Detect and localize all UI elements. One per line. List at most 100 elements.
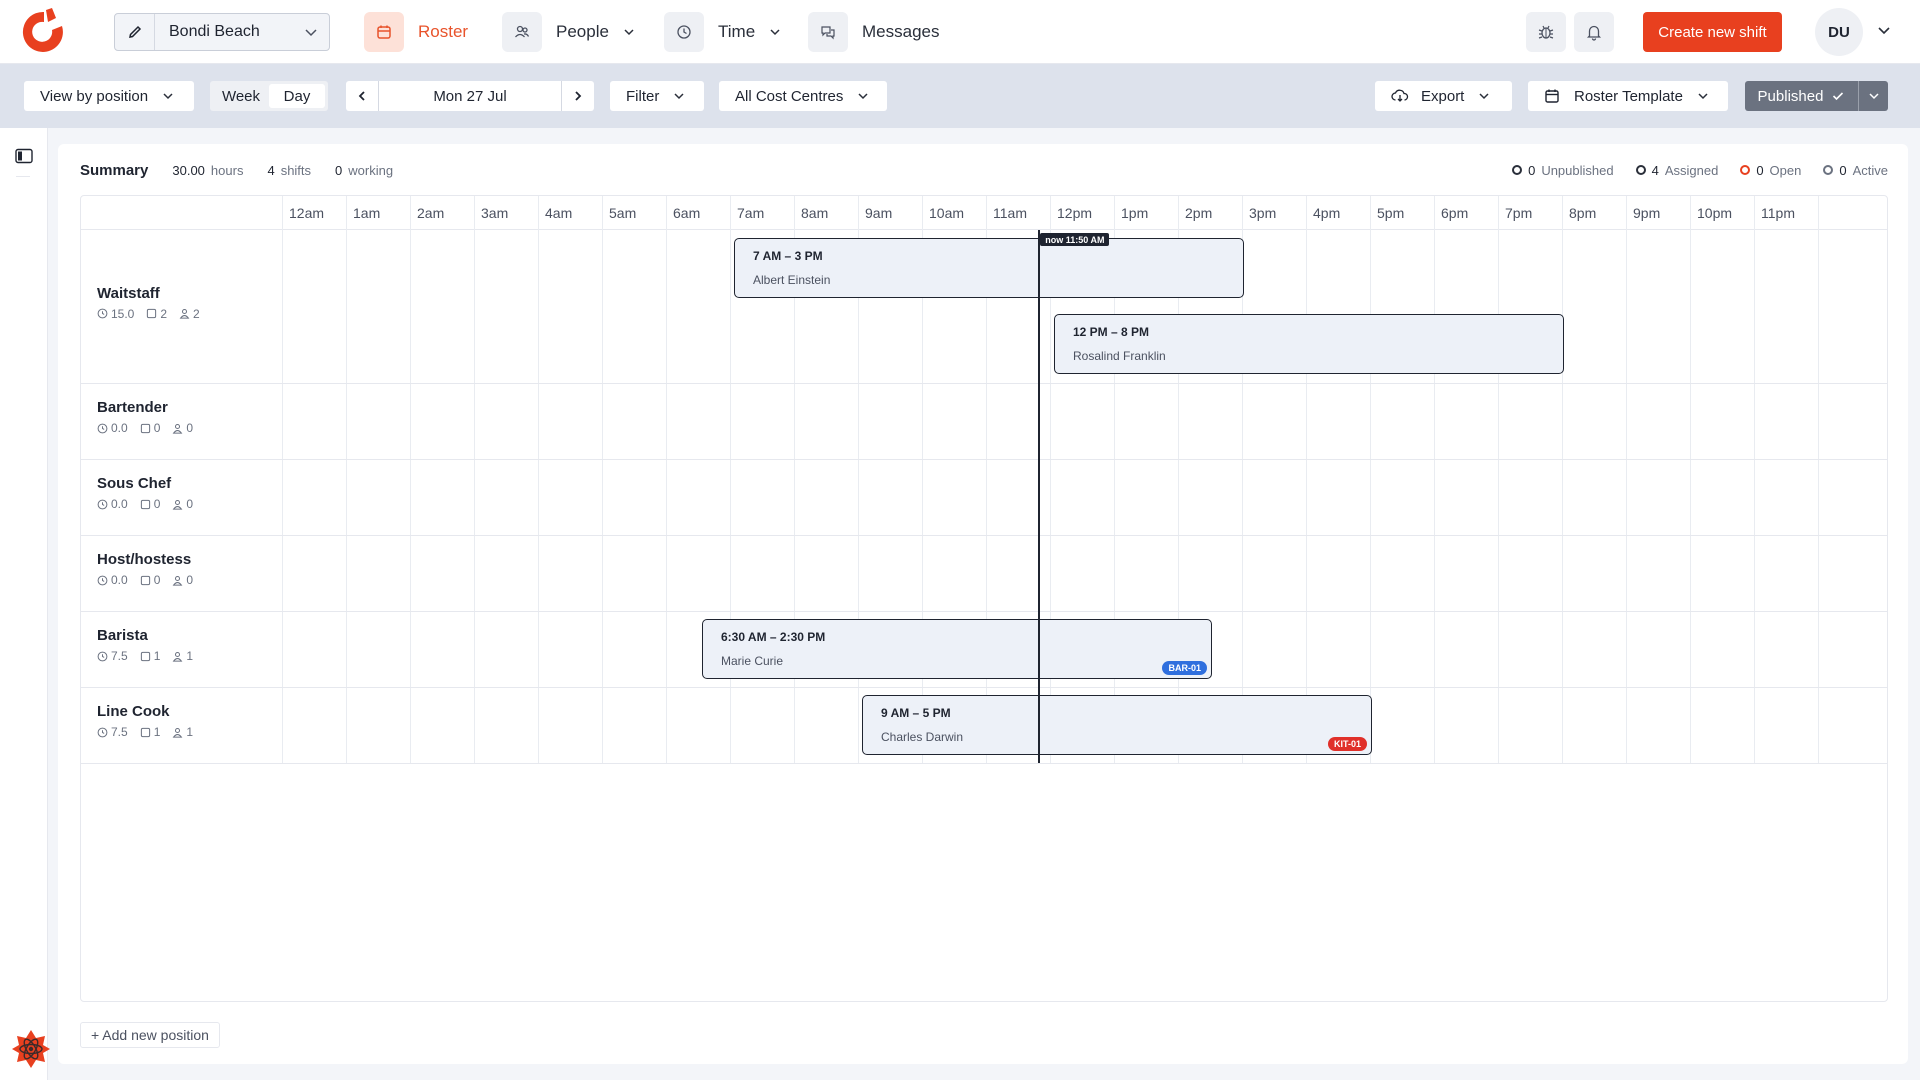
- pencil-icon[interactable]: [115, 14, 155, 50]
- position-name: Waitstaff: [97, 284, 160, 302]
- shift-employee: Albert Einstein: [753, 273, 831, 287]
- hour-gridline: [410, 196, 411, 763]
- position-row-label[interactable]: Barista 7.5 1 1: [97, 627, 193, 663]
- sidebar-toggle-icon[interactable]: [15, 148, 33, 164]
- person-icon: [173, 575, 183, 586]
- hour-gridline: [1370, 196, 1371, 763]
- chevron-right-icon: [575, 91, 582, 101]
- chevron-down-icon: [293, 25, 329, 39]
- hour-gridline: [474, 196, 475, 763]
- legend-active[interactable]: 0 Active: [1823, 163, 1888, 178]
- position-people: 0: [172, 421, 193, 435]
- position-hours: 0.0: [97, 421, 128, 435]
- legend-count: 0: [1528, 162, 1536, 178]
- left-sidebar: [0, 128, 48, 1080]
- hour-gridline: [1754, 196, 1755, 763]
- react-dev-icon[interactable]: [10, 1028, 52, 1070]
- shift-card[interactable]: 9 AM – 5 PM Charles Darwin KIT-01: [862, 695, 1372, 755]
- position-shifts-value: 0: [153, 497, 161, 511]
- shift-time: 6:30 AM – 2:30 PM: [721, 630, 826, 644]
- bug-report-button[interactable]: [1526, 12, 1566, 52]
- status-dot-icon: [1823, 165, 1834, 175]
- shift-card[interactable]: 12 PM – 8 PM Rosalind Franklin: [1054, 314, 1564, 374]
- square-icon: [140, 651, 150, 661]
- hour-label: 5pm: [1377, 205, 1405, 221]
- status-dot-icon: [1635, 165, 1646, 175]
- roster-timeline-grid: 12am 1am 2am 3am 4am 5am 6am 7am 8am 9am 10am 11am 1…: [80, 195, 1888, 1002]
- cost-centres-dropdown[interactable]: All Cost Centres: [719, 81, 887, 111]
- filter-label: Filter: [626, 87, 660, 105]
- chevron-down-icon: [1478, 90, 1490, 102]
- notifications-button[interactable]: [1574, 12, 1614, 52]
- next-day-button[interactable]: [562, 81, 594, 111]
- tab-week[interactable]: Week: [213, 84, 269, 108]
- view-by-dropdown[interactable]: View by position: [24, 81, 194, 111]
- cost-centres-label: All Cost Centres: [735, 87, 844, 105]
- nav-people[interactable]: People: [502, 12, 635, 52]
- tab-day[interactable]: Day: [269, 84, 325, 108]
- shift-employee: Rosalind Franklin: [1073, 349, 1166, 363]
- nav-time[interactable]: Time: [664, 12, 781, 52]
- position-row-label[interactable]: Bartender 0.0 0 0: [97, 399, 193, 435]
- hour-gridline: [1690, 196, 1691, 763]
- legend-label: Active: [1852, 162, 1888, 178]
- shift-employee: Charles Darwin: [881, 730, 964, 744]
- legend-open[interactable]: 0 Open: [1740, 163, 1801, 178]
- filter-dropdown[interactable]: Filter: [610, 81, 704, 111]
- user-avatar[interactable]: DU: [1815, 8, 1863, 56]
- legend-assigned[interactable]: 4 Assigned: [1635, 163, 1718, 178]
- nav-roster-label: Roster: [418, 22, 469, 41]
- published-button[interactable]: Published: [1745, 88, 1858, 105]
- position-people: 0: [172, 497, 193, 511]
- legend-count: 0: [1839, 162, 1847, 178]
- add-position-button[interactable]: + Add new position: [80, 1022, 220, 1048]
- clock-icon: [97, 575, 108, 585]
- square-icon: [140, 727, 150, 737]
- summary-hours-unit: hours: [210, 162, 244, 178]
- shift-card[interactable]: 6:30 AM – 2:30 PM Marie Curie BAR-01: [702, 619, 1212, 679]
- roster-template-dropdown[interactable]: Roster Template: [1528, 81, 1728, 111]
- square-icon: [140, 575, 150, 585]
- roster-template-label: Roster Template: [1574, 87, 1683, 105]
- shift-card[interactable]: 7 AM – 3 PM Albert Einstein: [734, 238, 1244, 298]
- nav-messages[interactable]: Messages: [808, 12, 939, 52]
- row-divider: [81, 459, 1887, 460]
- export-dropdown[interactable]: Export: [1375, 81, 1512, 111]
- location-selector[interactable]: Bondi Beach: [114, 13, 330, 51]
- position-row-label[interactable]: Host/hostess 0.0 0 0: [97, 551, 193, 587]
- published-options-button[interactable]: [1858, 81, 1888, 111]
- position-row-label[interactable]: Waitstaff 15.0 2 2: [97, 285, 200, 321]
- hour-label: 12pm: [1057, 205, 1093, 221]
- nav-roster[interactable]: Roster: [364, 12, 468, 52]
- hour-label: 6am: [673, 205, 701, 221]
- hour-gridline: [1498, 196, 1499, 763]
- row-divider: [81, 763, 1887, 764]
- brand-logo-icon[interactable]: [22, 8, 66, 56]
- calendar-icon: [1545, 89, 1559, 103]
- previous-day-button[interactable]: [346, 81, 378, 111]
- hour-gridline: [1562, 196, 1563, 763]
- published-label: Published: [1757, 87, 1824, 105]
- nav-time-label: Time: [718, 22, 756, 41]
- hour-gridline: [538, 196, 539, 763]
- row-divider: [81, 535, 1887, 536]
- current-time-badge: now 11:50 AM: [1040, 233, 1110, 246]
- current-date[interactable]: Mon 27 Jul: [378, 81, 562, 111]
- position-stats: 0.0 0 0: [97, 421, 193, 435]
- nav-people-label: People: [556, 22, 609, 41]
- position-hours: 0.0: [97, 573, 128, 587]
- position-row-label[interactable]: Sous Chef 0.0 0 0: [97, 475, 193, 511]
- position-shifts: 2: [146, 307, 167, 321]
- hour-label: 8am: [801, 205, 829, 221]
- create-shift-button[interactable]: Create new shift: [1643, 12, 1782, 52]
- summary-working-unit: working: [348, 162, 394, 178]
- position-row-label[interactable]: Line Cook 7.5 1 1: [97, 703, 193, 739]
- chevron-down-icon[interactable]: [1876, 22, 1892, 38]
- shift-cost-centre-badge: BAR-01: [1162, 661, 1207, 675]
- position-people: 1: [172, 649, 193, 663]
- legend-unpublished[interactable]: 0 Unpublished: [1512, 163, 1614, 178]
- position-stats: 7.5 1 1: [97, 649, 193, 663]
- hour-label: 1pm: [1121, 205, 1149, 221]
- chevron-down-icon: [857, 90, 869, 102]
- hour-label: 9pm: [1633, 205, 1661, 221]
